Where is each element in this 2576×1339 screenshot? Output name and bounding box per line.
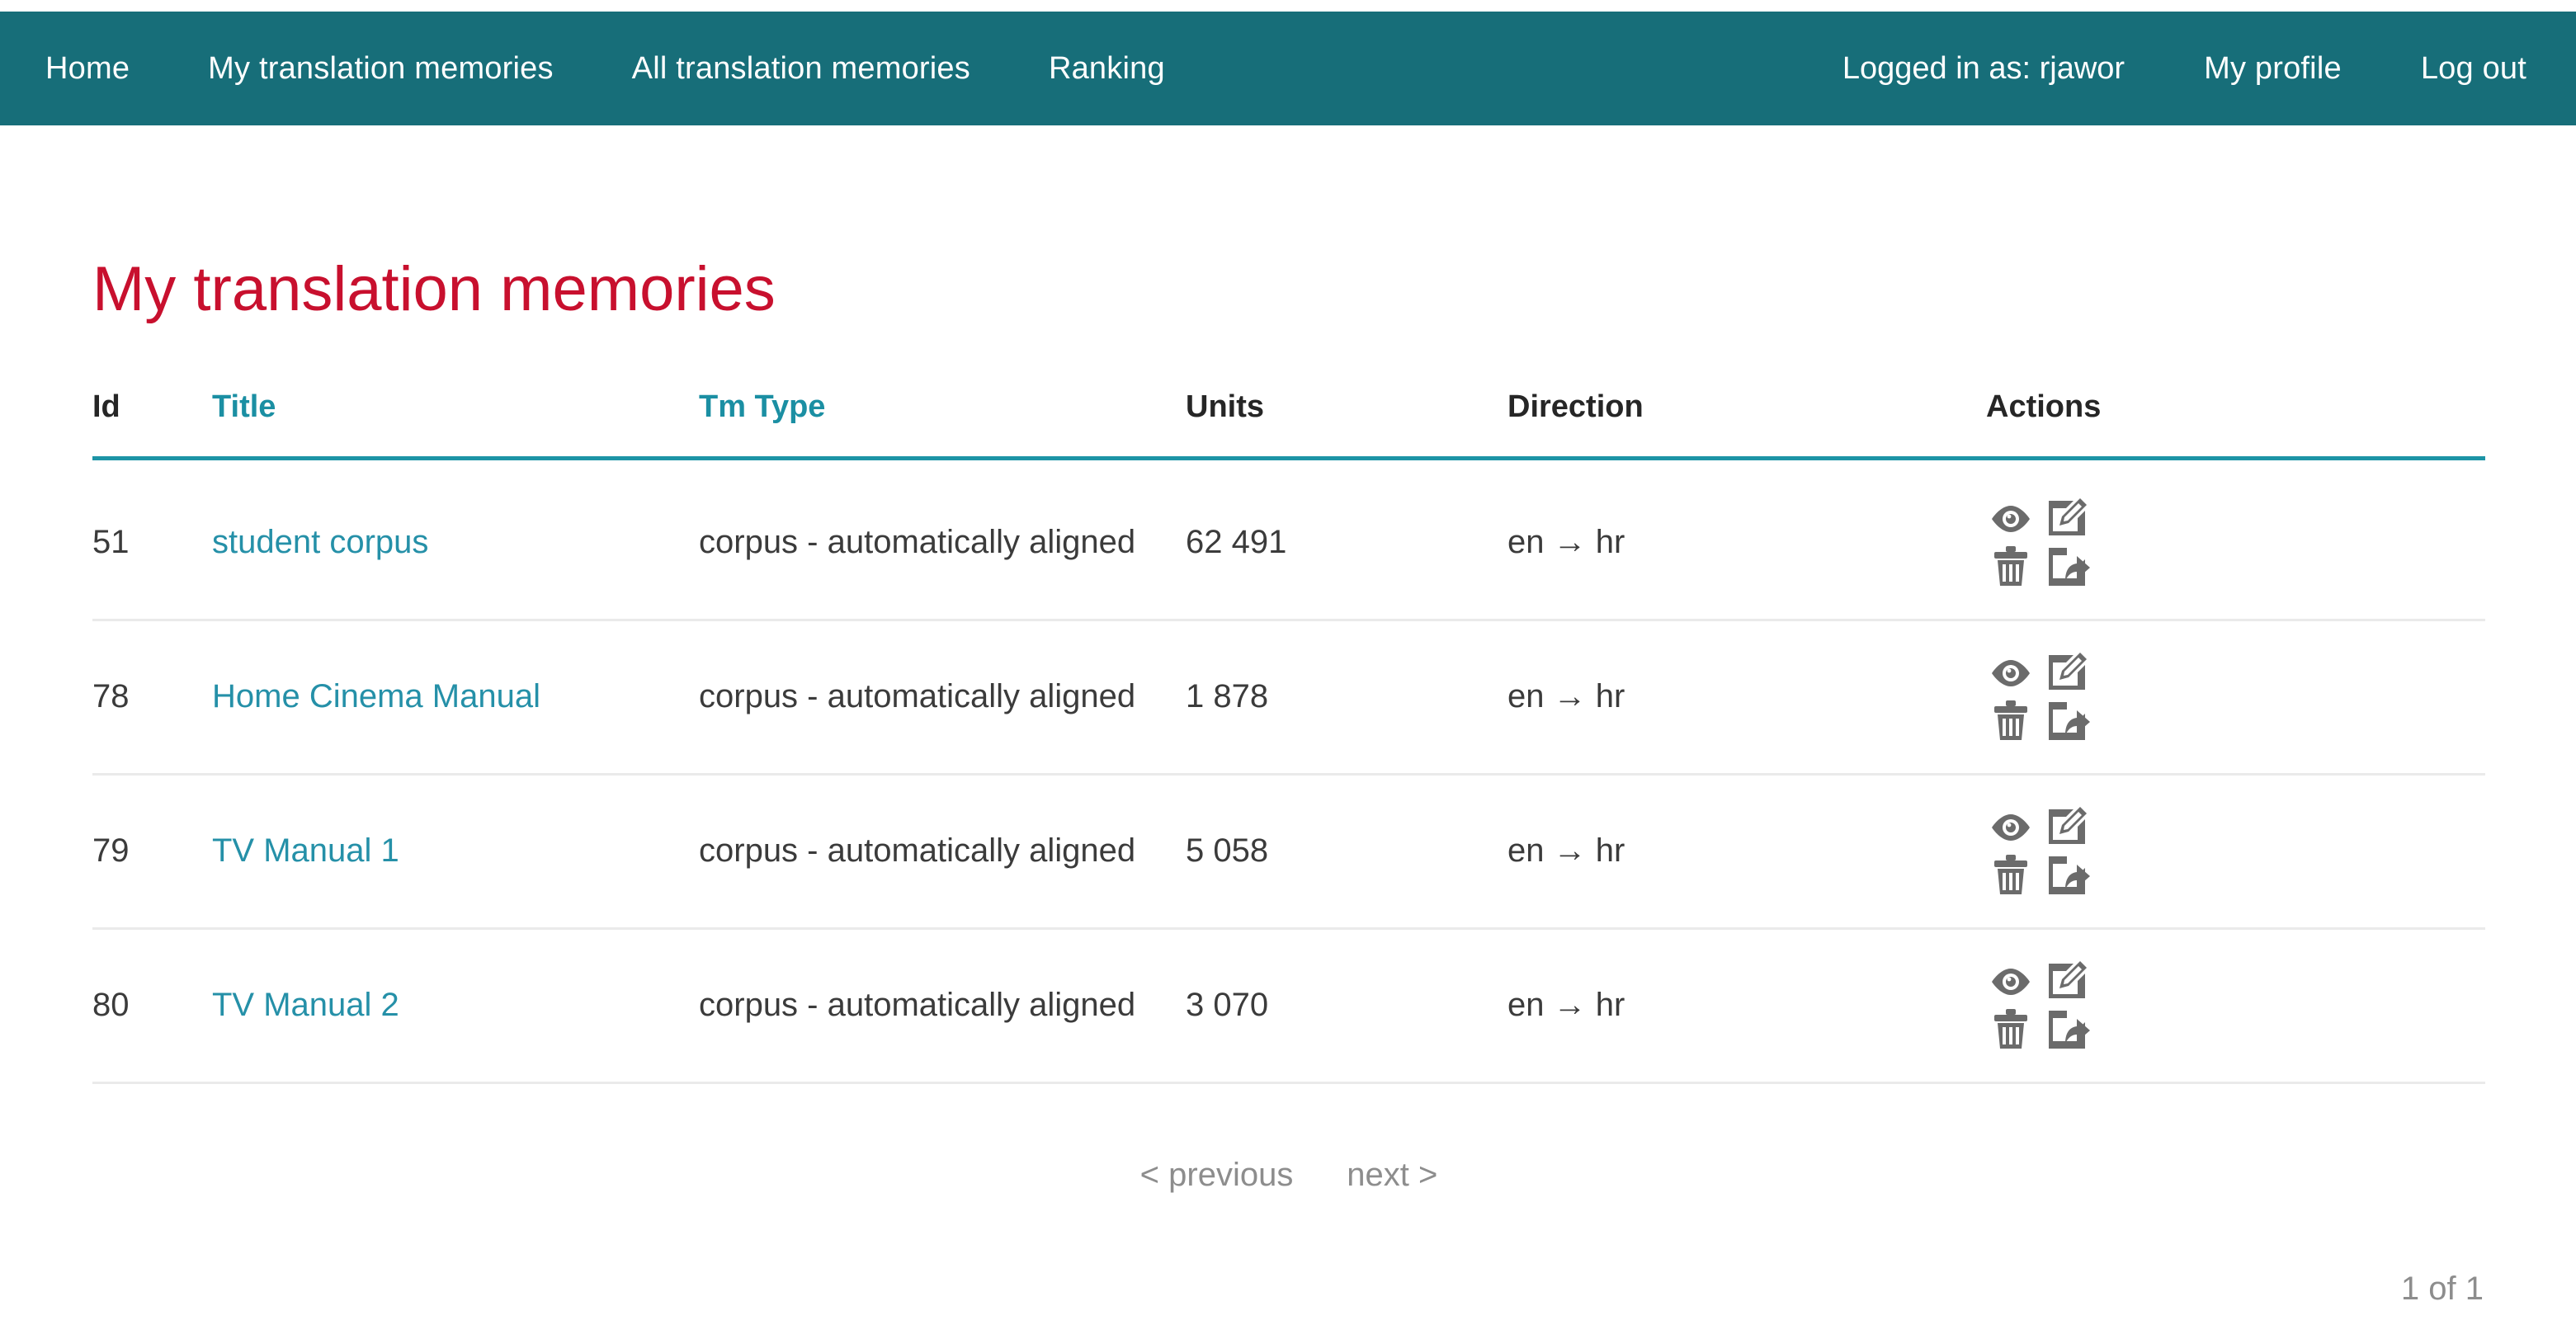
cell-title: Home Cinema Manual bbox=[212, 620, 699, 776]
next-page-link[interactable]: next > bbox=[1347, 1157, 1437, 1193]
cell-id: 51 bbox=[92, 458, 212, 621]
nav-log-out[interactable]: Log out bbox=[2421, 53, 2526, 84]
nav-all-translation-memories[interactable]: All translation memories bbox=[632, 53, 970, 84]
table-row: 78 Home Cinema Manual corpus - automatic… bbox=[92, 620, 2485, 776]
navbar-left-group: Home My translation memories All transla… bbox=[0, 53, 1165, 84]
logged-in-user-label: Logged in as: rjawor bbox=[1842, 51, 2125, 86]
page-title: My translation memories bbox=[92, 253, 776, 324]
column-header-id-label: Id bbox=[92, 389, 120, 424]
row-actions bbox=[1986, 959, 2097, 1052]
cell-actions bbox=[1986, 928, 2485, 1084]
cell-tm-type: corpus - automatically aligned bbox=[699, 928, 1186, 1084]
row-actions bbox=[1986, 497, 2097, 589]
export-icon[interactable] bbox=[2041, 697, 2093, 743]
nav-ranking[interactable]: Ranking bbox=[1049, 53, 1165, 84]
column-header-direction-label: Direction bbox=[1507, 389, 1644, 424]
main-navbar: Home My translation memories All transla… bbox=[0, 12, 2576, 125]
cell-tm-type: corpus - automatically aligned bbox=[699, 458, 1186, 621]
view-icon[interactable] bbox=[1986, 651, 2036, 695]
column-header-title: Title bbox=[212, 389, 699, 459]
nav-my-translation-memories[interactable]: My translation memories bbox=[208, 53, 554, 84]
cell-actions bbox=[1986, 458, 2485, 621]
cell-title: student corpus bbox=[212, 458, 699, 621]
cell-tm-type: corpus - automatically aligned bbox=[699, 620, 1186, 776]
pagination: < previous next > bbox=[92, 1157, 2485, 1194]
navbar-right-group: Logged in as: rjawor My profile Log out bbox=[1842, 53, 2576, 84]
column-header-units-label: Units bbox=[1186, 389, 1264, 424]
previous-page-link[interactable]: < previous bbox=[1140, 1157, 1294, 1193]
column-header-tm-type: Tm Type bbox=[699, 389, 1186, 459]
view-icon[interactable] bbox=[1986, 805, 2036, 850]
cell-direction: en → hr bbox=[1507, 620, 1986, 776]
edit-icon[interactable] bbox=[2041, 959, 2093, 1004]
table-header-row: Id Title Tm Type Units Direction Actions bbox=[92, 389, 2485, 459]
delete-icon[interactable] bbox=[1986, 543, 2036, 589]
tm-title-link[interactable]: TV Manual 1 bbox=[212, 832, 399, 869]
cell-id: 78 bbox=[92, 620, 212, 776]
delete-icon[interactable] bbox=[1986, 697, 2036, 743]
nav-my-profile[interactable]: My profile bbox=[2204, 53, 2342, 84]
cell-title: TV Manual 2 bbox=[212, 928, 699, 1084]
column-header-units: Units bbox=[1186, 389, 1507, 459]
export-icon[interactable] bbox=[2041, 851, 2093, 898]
page-count-label: 1 of 1 bbox=[2400, 1271, 2484, 1307]
cell-direction: en → hr bbox=[1507, 928, 1986, 1084]
export-icon[interactable] bbox=[2041, 1006, 2093, 1052]
table-row: 51 student corpus corpus - automatically… bbox=[92, 458, 2485, 621]
table-body: 51 student corpus corpus - automatically… bbox=[92, 458, 2485, 1084]
cell-id: 79 bbox=[92, 774, 212, 930]
sort-by-tm-type-link[interactable]: Tm Type bbox=[699, 389, 825, 424]
edit-icon[interactable] bbox=[2041, 497, 2093, 541]
cell-actions bbox=[1986, 774, 2485, 930]
cell-units: 1 878 bbox=[1186, 620, 1507, 776]
cell-units: 5 058 bbox=[1186, 774, 1507, 930]
cell-direction: en → hr bbox=[1507, 458, 1986, 621]
table-row: 80 TV Manual 2 corpus - automatically al… bbox=[92, 928, 2485, 1084]
table-row: 79 TV Manual 1 corpus - automatically al… bbox=[92, 774, 2485, 930]
translation-memories-table-wrapper: Id Title Tm Type Units Direction Actions… bbox=[92, 389, 2485, 1084]
tm-title-link[interactable]: TV Manual 2 bbox=[212, 987, 399, 1023]
table-header: Id Title Tm Type Units Direction Actions bbox=[92, 389, 2485, 459]
cell-tm-type: corpus - automatically aligned bbox=[699, 774, 1186, 930]
column-header-direction: Direction bbox=[1507, 389, 1986, 459]
view-icon[interactable] bbox=[1986, 959, 2036, 1004]
column-header-actions: Actions bbox=[1986, 389, 2485, 459]
delete-icon[interactable] bbox=[1986, 1006, 2036, 1052]
edit-icon[interactable] bbox=[2041, 805, 2093, 850]
sort-by-title-link[interactable]: Title bbox=[212, 389, 276, 424]
cell-direction: en → hr bbox=[1507, 774, 1986, 930]
delete-icon[interactable] bbox=[1986, 851, 2036, 898]
column-header-id: Id bbox=[92, 389, 212, 459]
cell-units: 62 491 bbox=[1186, 458, 1507, 621]
cell-id: 80 bbox=[92, 928, 212, 1084]
tm-title-link[interactable]: Home Cinema Manual bbox=[212, 678, 540, 714]
edit-icon[interactable] bbox=[2041, 651, 2093, 695]
row-actions bbox=[1986, 805, 2097, 898]
export-icon[interactable] bbox=[2041, 543, 2093, 589]
view-icon[interactable] bbox=[1986, 497, 2036, 541]
cell-actions bbox=[1986, 620, 2485, 776]
cell-title: TV Manual 1 bbox=[212, 774, 699, 930]
nav-home[interactable]: Home bbox=[45, 53, 130, 84]
row-actions bbox=[1986, 651, 2097, 743]
column-header-actions-label: Actions bbox=[1986, 389, 2102, 424]
translation-memories-table: Id Title Tm Type Units Direction Actions… bbox=[92, 389, 2485, 1084]
tm-title-link[interactable]: student corpus bbox=[212, 524, 428, 560]
cell-units: 3 070 bbox=[1186, 928, 1507, 1084]
